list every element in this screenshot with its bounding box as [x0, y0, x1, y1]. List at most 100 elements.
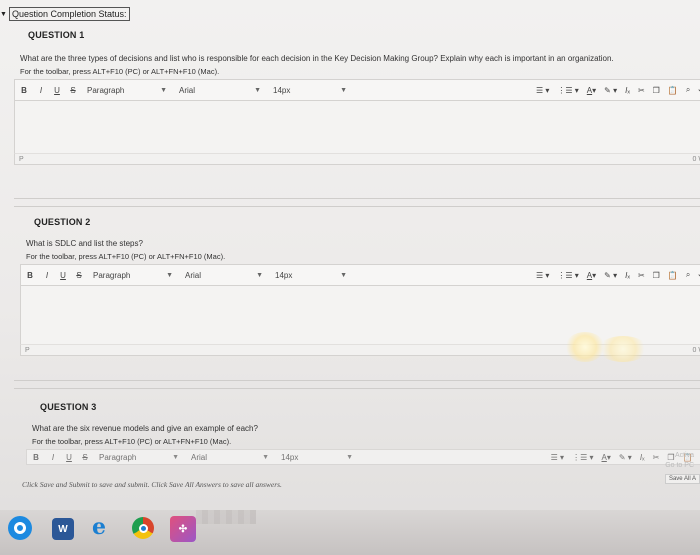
- completion-status-bar[interactable]: ▼ Question Completion Status:: [0, 6, 130, 22]
- align-icon[interactable]: ☰ ▾: [532, 80, 553, 100]
- font-select[interactable]: Arial ▼: [173, 80, 267, 100]
- list-icon[interactable]: ⋮☰ ▾: [553, 265, 582, 285]
- question-title: QUESTION 3: [40, 402, 97, 412]
- assignment-page: ▼ Question Completion Status: QUESTION 1…: [0, 0, 700, 510]
- size-select-value: 14px: [281, 452, 299, 462]
- question-title: QUESTION 1: [28, 30, 85, 40]
- question-text: What are the three types of decisions an…: [20, 54, 614, 63]
- paragraph-select-value: Paragraph: [99, 452, 137, 462]
- toolbar-hint: For the toolbar, press ALT+F10 (PC) or A…: [20, 67, 220, 76]
- paragraph-select[interactable]: Paragraph ▼: [93, 450, 185, 464]
- question-text: What is SDLC and list the steps?: [26, 239, 143, 248]
- paragraph-select-value: Paragraph: [87, 85, 125, 95]
- bold-button[interactable]: B: [21, 265, 39, 285]
- size-select-value: 14px: [275, 270, 293, 280]
- editor-footer: P 0 W: [14, 153, 700, 165]
- font-color-icon[interactable]: A ▾: [598, 450, 615, 464]
- element-path: P: [25, 346, 30, 354]
- size-select[interactable]: 14px ▼: [267, 80, 353, 100]
- question-text: What are the six revenue models and give…: [32, 424, 258, 433]
- slack-icon[interactable]: ✣: [170, 516, 196, 542]
- save-all-answers-button[interactable]: Save All A: [664, 474, 700, 484]
- word-count: 0 W: [692, 346, 700, 354]
- paragraph-select[interactable]: Paragraph ▼: [81, 80, 173, 100]
- copy-icon[interactable]: ❐: [649, 80, 664, 100]
- cortana-icon[interactable]: [8, 516, 32, 540]
- chevron-down-icon: ▼: [256, 271, 263, 279]
- align-icon[interactable]: ☰ ▾: [547, 450, 568, 464]
- underline-button[interactable]: U: [55, 265, 71, 285]
- font-select-value: Arial: [191, 452, 208, 462]
- search-icon[interactable]: ⌕: [682, 265, 694, 285]
- paste-icon[interactable]: 📋: [664, 80, 682, 100]
- chevron-down-icon: ▼: [166, 271, 173, 279]
- copy-icon[interactable]: ❐: [649, 265, 664, 285]
- paragraph-select-value: Paragraph: [93, 270, 131, 280]
- clear-format-icon[interactable]: Iₓ: [621, 265, 634, 285]
- size-select[interactable]: 14px ▼: [269, 265, 353, 285]
- word-icon[interactable]: W: [52, 518, 74, 540]
- font-color-icon[interactable]: A ▾: [583, 80, 600, 100]
- bold-button[interactable]: B: [27, 450, 45, 464]
- font-color-icon[interactable]: A ▾: [583, 265, 600, 285]
- activate-line-2: Go to PC: [665, 462, 694, 469]
- answer-editor[interactable]: [14, 101, 700, 153]
- underline-button[interactable]: U: [61, 450, 77, 464]
- strikethrough-button[interactable]: S: [71, 265, 87, 285]
- strikethrough-button[interactable]: S: [77, 450, 93, 464]
- section-divider: [14, 206, 700, 207]
- internet-explorer-icon[interactable]: e: [88, 514, 110, 540]
- size-select-value: 14px: [273, 85, 291, 95]
- clear-format-icon[interactable]: Iₓ: [621, 80, 634, 100]
- font-select[interactable]: Arial ▼: [179, 265, 269, 285]
- paragraph-select[interactable]: Paragraph ▼: [87, 265, 179, 285]
- italic-button[interactable]: I: [45, 450, 61, 464]
- chevron-down-icon: ▼: [340, 86, 347, 94]
- paste-icon[interactable]: 📋: [664, 265, 682, 285]
- section-divider: [14, 380, 700, 381]
- size-select[interactable]: 14px ▼: [275, 450, 359, 464]
- highlight-icon[interactable]: ✎ ▾: [600, 265, 621, 285]
- italic-button[interactable]: I: [33, 80, 49, 100]
- editor-toolbar: B I U S Paragraph ▼ Arial ▼ 14px ▼ ☰ ▾ ⋮…: [20, 264, 700, 286]
- element-path: P: [19, 155, 24, 163]
- italic-button[interactable]: I: [39, 265, 55, 285]
- chrome-center: [138, 523, 148, 533]
- collapse-arrow-icon[interactable]: ▼: [0, 11, 7, 18]
- font-select-value: Arial: [185, 270, 202, 280]
- light-glare: [598, 336, 648, 362]
- chevron-down-icon: ▼: [346, 453, 353, 461]
- cut-icon[interactable]: ✂: [634, 265, 649, 285]
- clear-format-icon[interactable]: Iₓ: [636, 450, 649, 464]
- search-icon[interactable]: ⌕: [697, 450, 700, 464]
- strikethrough-button[interactable]: S: [65, 80, 81, 100]
- taskbar-texture: [196, 510, 256, 524]
- list-icon[interactable]: ⋮☰ ▾: [568, 450, 597, 464]
- highlight-icon[interactable]: ✎ ▾: [600, 80, 621, 100]
- font-select[interactable]: Arial ▼: [185, 450, 275, 464]
- cortana-ring: [14, 522, 26, 534]
- bold-button[interactable]: B: [15, 80, 33, 100]
- align-icon[interactable]: ☰ ▾: [532, 265, 553, 285]
- chevron-down-icon: ▼: [160, 86, 167, 94]
- search-icon[interactable]: ⌕: [682, 80, 694, 100]
- activate-line-1: Activa: [674, 452, 694, 459]
- cut-icon[interactable]: ✂: [649, 450, 664, 464]
- undo-icon[interactable]: ↶: [694, 80, 700, 100]
- toolbar-hint: For the toolbar, press ALT+F10 (PC) or A…: [26, 252, 226, 261]
- highlight-icon[interactable]: ✎ ▾: [615, 450, 636, 464]
- cut-icon[interactable]: ✂: [634, 80, 649, 100]
- word-count: 0 W: [692, 155, 700, 163]
- undo-icon[interactable]: ↶: [694, 265, 700, 285]
- chevron-down-icon: ▼: [172, 453, 179, 461]
- question-title: QUESTION 2: [34, 217, 91, 227]
- chrome-icon[interactable]: [132, 517, 154, 539]
- section-divider: [14, 198, 700, 199]
- question-1: QUESTION 1 What are the three types of d…: [14, 30, 700, 165]
- list-icon[interactable]: ⋮☰ ▾: [553, 80, 582, 100]
- editor-toolbar: B I U S Paragraph ▼ Arial ▼ 14px ▼ ☰ ▾ ⋮…: [14, 79, 700, 101]
- underline-button[interactable]: U: [49, 80, 65, 100]
- question-3: QUESTION 3 What are the six revenue mode…: [14, 402, 700, 465]
- completion-status-label[interactable]: Question Completion Status:: [8, 7, 130, 21]
- chevron-down-icon: ▼: [254, 86, 261, 94]
